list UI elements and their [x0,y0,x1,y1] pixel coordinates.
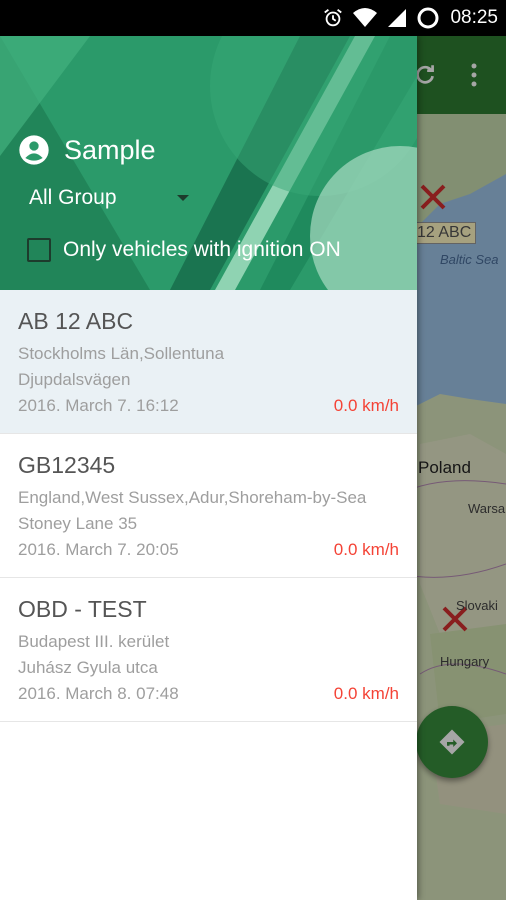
vehicle-address-line1: Budapest III. kerület [18,632,170,651]
vehicle-list-item[interactable]: OBD - TEST Budapest III. kerület Juhász … [0,578,417,722]
vehicle-plate: AB 12 ABC [18,308,134,334]
vehicle-plate: GB12345 [18,452,116,478]
vehicle-time: 2016. March 8. 07:48 [18,684,179,703]
drawer-header: Sample All Group Only vehicles with igni… [0,36,417,290]
vehicle-address-line2: Stoney Lane 35 [18,514,138,533]
dropdown-arrow-icon [177,195,189,201]
vehicle-speed: 0.0 km/h [333,540,399,559]
vehicle-meta: 2016. March 7. 20:05 0.0 km/h [18,537,399,577]
navigation-drawer: Sample All Group Only vehicles with igni… [0,36,417,900]
account-name: Sample [64,134,156,165]
vehicle-list-item[interactable]: AB 12 ABC Stockholms Län,Sollentuna Djup… [0,290,417,434]
vehicle-time: 2016. March 7. 20:05 [18,540,179,559]
group-selected-label: All Group [29,186,117,209]
vehicle-list: AB 12 ABC Stockholms Län,Sollentuna Djup… [0,290,417,722]
vehicle-address-line1: Stockholms Län,Sollentuna [18,344,225,363]
vehicle-list-item[interactable]: GB12345 England,West Sussex,Adur,Shoreha… [0,434,417,578]
signal-icon [388,9,407,27]
vehicle-meta: 2016. March 8. 07:48 0.0 km/h [18,681,399,721]
status-icons: 08:25 [322,0,506,36]
vehicle-speed: 0.0 km/h [333,684,399,703]
ignition-checkbox[interactable] [27,238,51,262]
alarm-icon [324,9,343,27]
wifi-icon [353,8,378,27]
ignition-filter-label: Only vehicles with ignition ON [63,238,341,261]
vehicle-meta: 2016. March 7. 16:12 0.0 km/h [18,393,399,433]
group-dropdown[interactable]: All Group [29,186,189,210]
account-row[interactable]: Sample [18,134,156,166]
vehicle-time: 2016. March 7. 16:12 [18,396,179,415]
drawer-scrim[interactable] [417,36,506,900]
vehicle-address-line2: Djupdalsvägen [18,370,131,389]
status-time: 08:25 [450,7,498,28]
vehicle-address-line1: England,West Sussex,Adur,Shoreham-by-Sea [18,488,367,507]
account-circle-icon [19,135,49,165]
ignition-filter[interactable]: Only vehicles with ignition ON [27,238,341,262]
sync-icon [417,7,439,29]
vehicle-address-line2: Juhász Gyula utca [18,658,158,677]
vehicle-plate: OBD - TEST [18,596,147,622]
status-bar: 08:25 [0,0,506,36]
vehicle-speed: 0.0 km/h [333,396,399,415]
